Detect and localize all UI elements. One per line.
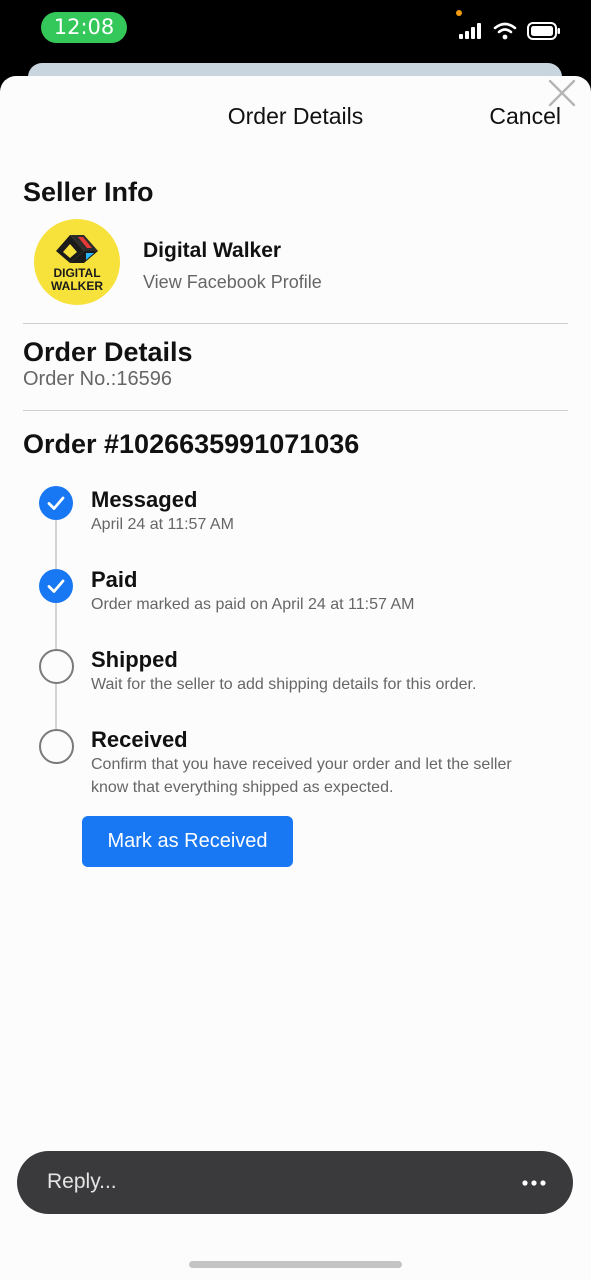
order-details-heading: Order Details [23,337,193,367]
status-icons [459,22,561,40]
order-status-heading: Order #1026635991071036 [23,429,360,459]
step-paid-check-icon [39,569,73,603]
view-facebook-profile-link[interactable]: View Facebook Profile [143,272,322,293]
reply-bar[interactable]: Reply... [17,1151,573,1214]
more-horizontal-icon[interactable] [521,1173,547,1193]
step-shipped-circle-icon [39,649,74,684]
order-number: Order No.:16596 [23,368,172,390]
step-desc-shipped: Wait for the seller to add shipping deta… [91,676,477,693]
status-bar: 12:08 [0,0,591,60]
step-desc-paid: Order marked as paid on April 24 at 11:5… [91,596,415,613]
seller-avatar[interactable]: DIGITAL WALKER [34,219,120,305]
mark-as-received-button[interactable]: Mark as Received [82,816,293,867]
step-received-circle-icon [39,729,74,764]
reply-input[interactable]: Reply... [47,1170,117,1194]
step-desc-received: Confirm that you have received your orde… [91,756,512,796]
timeline-connector [55,520,57,735]
cancel-button[interactable]: Cancel [489,103,561,130]
privacy-indicator [456,10,462,16]
home-indicator [189,1261,402,1268]
step-title-messaged: Messaged [91,487,198,512]
step-title-shipped: Shipped [91,647,178,672]
seller-name[interactable]: Digital Walker [143,239,281,263]
logo-text: DIGITAL WALKER [34,267,120,293]
logo-text-line2: WALKER [51,279,103,293]
divider [23,410,568,411]
wifi-icon [493,22,517,40]
checkmark-icon [47,579,65,593]
step-title-received: Received [91,727,188,752]
seller-info-heading: Seller Info [23,177,154,207]
step-title-paid: Paid [91,567,138,592]
step-desc-messaged: April 24 at 11:57 AM [91,516,234,533]
status-time: 12:08 [41,12,127,43]
step-messaged-check-icon [39,486,73,520]
divider [23,323,568,324]
battery-icon [527,22,560,40]
checkmark-icon [47,496,65,510]
signal-icon [459,23,481,39]
